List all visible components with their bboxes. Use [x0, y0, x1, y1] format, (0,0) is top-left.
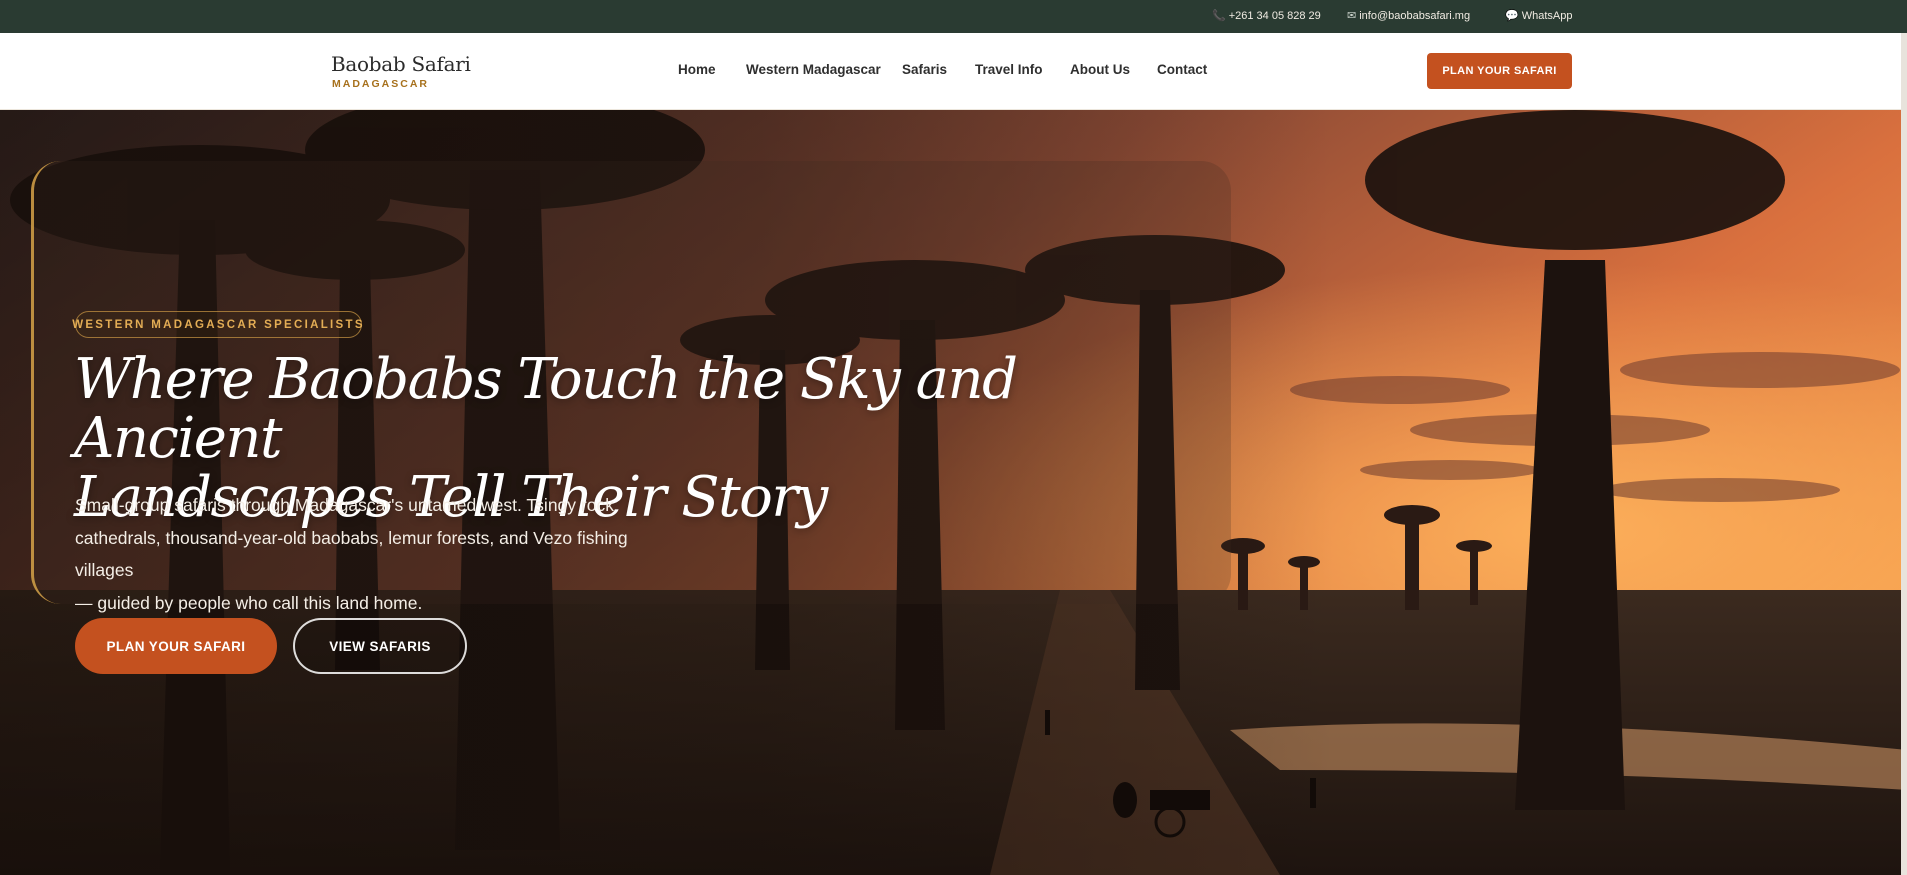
email-link[interactable]: ✉ info@baobabsafari.mg	[1347, 9, 1470, 22]
phone-icon: 📞	[1212, 10, 1226, 22]
nav-western-madagascar[interactable]: Western Madagascar	[746, 62, 881, 77]
phone-link[interactable]: 📞 +261 34 05 828 29	[1212, 9, 1321, 22]
site-header: Baobab Safari MADAGASCAR Home Western Ma…	[0, 33, 1907, 110]
hero-description-line-1: Small-group safaris through Madagascar's…	[75, 495, 614, 515]
hero-description-line-3: — guided by people who call this land ho…	[75, 592, 423, 613]
logo-title[interactable]: Baobab Safari	[331, 52, 471, 76]
hero-description-line-2: cathedrals, thousand-year-old baobabs, l…	[75, 527, 628, 581]
specialists-badge: WESTERN MADAGASCAR SPECIALISTS	[72, 311, 363, 338]
top-contact-bar: 📞 +261 34 05 828 29 ✉ info@baobabsafari.mg…	[0, 0, 1907, 33]
nav-contact[interactable]: Contact	[1157, 62, 1207, 77]
whatsapp-link[interactable]: 💬 WhatsApp	[1505, 9, 1572, 22]
logo-subtitle[interactable]: MADAGASCAR	[332, 78, 429, 90]
page-scrollbar[interactable]	[1901, 33, 1907, 875]
envelope-icon: ✉	[1347, 10, 1357, 22]
nav-about-us[interactable]: About Us	[1070, 62, 1130, 77]
view-safaris-button[interactable]: VIEW SAFARIS	[293, 618, 467, 674]
plan-safari-header-button[interactable]: PLAN YOUR SAFARI	[1427, 53, 1572, 89]
nav-safaris[interactable]: Safaris	[902, 62, 947, 77]
whatsapp-label: WhatsApp	[1521, 10, 1573, 22]
hero-description: Small-group safaris through Madagascar's…	[75, 489, 685, 619]
phone-number: +261 34 05 828 29	[1228, 10, 1321, 22]
hero-headline-line-1: Where Baobabs Touch the Sky and Ancient	[74, 347, 1018, 471]
chat-bubble-icon: 💬	[1505, 10, 1519, 22]
plan-safari-button[interactable]: PLAN YOUR SAFARI	[75, 618, 277, 674]
email-address: info@baobabsafari.mg	[1359, 10, 1471, 22]
nav-home[interactable]: Home	[678, 62, 716, 77]
nav-travel-info[interactable]: Travel Info	[975, 62, 1043, 77]
